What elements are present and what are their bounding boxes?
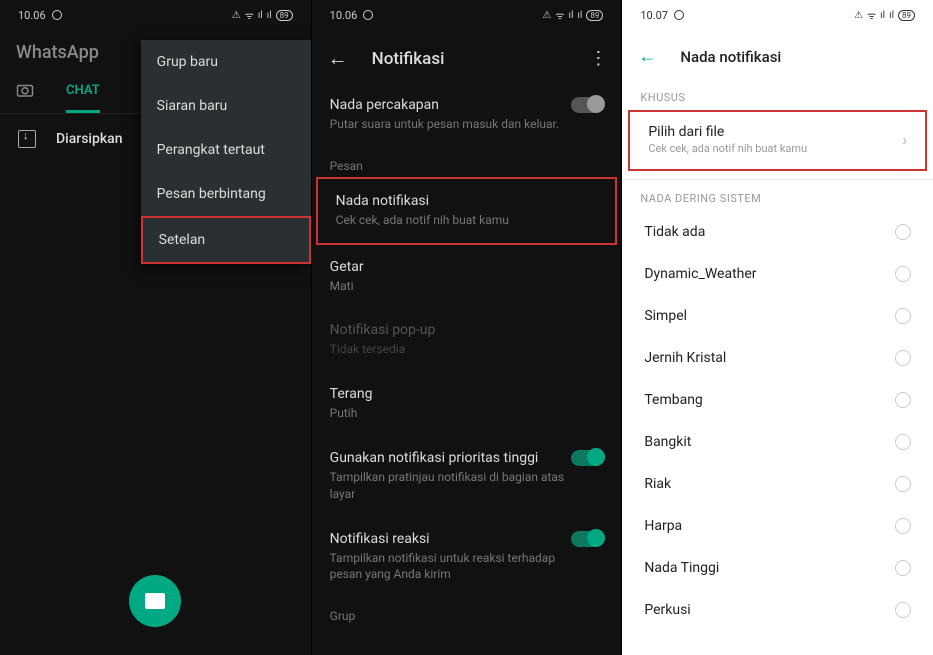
setting-light[interactable]: Terang Putih [312, 372, 622, 436]
setting-popup: Notifikasi pop-up Tidak tersedia [312, 308, 622, 372]
setting-title: Notifikasi reaksi [330, 531, 572, 547]
radio-icon[interactable] [895, 518, 911, 534]
page-title: Notifikasi [372, 49, 566, 69]
pick-subtitle: Cek cek, ada notif nih buat kamu [648, 142, 902, 155]
menu-item-new-group[interactable]: Grup baru [141, 40, 311, 84]
archive-icon [18, 130, 36, 148]
tone-option-harpa[interactable]: Harpa [622, 505, 933, 547]
radio-icon[interactable] [895, 350, 911, 366]
tone-option-perkusi[interactable]: Perkusi [622, 589, 933, 631]
new-chat-fab[interactable] [129, 575, 181, 627]
setting-subtitle: Tampilkan notifikasi untuk reaksi terhad… [330, 550, 572, 584]
status-time: 10.06 [18, 9, 46, 22]
toggle-reaction-notif[interactable] [571, 531, 603, 547]
battery-icon: 89 [586, 10, 603, 21]
battery-icon: 89 [898, 10, 915, 21]
tone-header: ← Nada notifikasi [622, 30, 933, 81]
tone-option-riak[interactable]: Riak [622, 463, 933, 505]
setting-subtitle: Cek cek, ada notif nih buat kamu [336, 212, 598, 229]
setting-title: Getar [330, 259, 604, 275]
tone-option-tembang[interactable]: Tembang [622, 379, 933, 421]
overflow-menu: Grup baru Siaran baru Perangkat tertaut … [141, 40, 311, 264]
whatsapp-main-panel: 10.06 ⚠ᯤılıl 89 WhatsApp CHAT Diarsipkan… [0, 0, 311, 655]
battery-icon: 89 [276, 10, 293, 21]
status-bar: 10.07 ⚠ᯤılıl 89 [622, 0, 933, 30]
menu-item-settings[interactable]: Setelan [141, 216, 311, 264]
setting-title: Notifikasi pop-up [330, 322, 604, 338]
setting-subtitle: Putih [330, 405, 604, 422]
tone-option-simpel[interactable]: Simpel [622, 295, 933, 337]
section-system-tones: NADA DERING SISTEM [622, 182, 933, 211]
status-bar: 10.06 ⚠ᯤılıl 89 [312, 0, 622, 30]
clock-icon [363, 10, 373, 20]
setting-subtitle: Putar suara untuk pesan masuk dan keluar… [330, 116, 572, 133]
setting-high-priority[interactable]: Gunakan notifikasi prioritas tinggi Tamp… [312, 436, 622, 517]
setting-subtitle: Tampilkan pratinjau notifikasi di bagian… [330, 469, 572, 503]
tone-picker-panel: 10.07 ⚠ᯤılıl 89 ← Nada notifikasi KHUSUS… [621, 0, 933, 655]
setting-title: Gunakan notifikasi prioritas tinggi [330, 450, 572, 466]
section-pesan: Pesan [312, 147, 622, 177]
back-arrow-icon[interactable]: ← [638, 46, 656, 67]
radio-icon[interactable] [895, 476, 911, 492]
tone-option-nada-tinggi[interactable]: Nada Tinggi [622, 547, 933, 589]
setting-conversation-tone[interactable]: Nada percakapan Putar suara untuk pesan … [312, 83, 622, 147]
clock-icon [674, 10, 684, 20]
tone-option-jernih-kristal[interactable]: Jernih Kristal [622, 337, 933, 379]
radio-icon[interactable] [895, 266, 911, 282]
notification-settings-panel: 10.06 ⚠ᯤılıl 89 ← Notifikasi ⋮ Nada perc… [311, 0, 622, 655]
chat-icon [145, 593, 165, 609]
radio-icon[interactable] [895, 434, 911, 450]
radio-icon[interactable] [895, 224, 911, 240]
status-icons: ⚠ᯤılıl 89 [232, 8, 293, 22]
tab-chat[interactable]: CHAT [66, 71, 100, 113]
radio-icon[interactable] [895, 392, 911, 408]
archived-label: Diarsipkan [56, 131, 123, 147]
toggle-high-priority[interactable] [571, 450, 603, 466]
tone-option-bangkit[interactable]: Bangkit [622, 421, 933, 463]
menu-item-new-broadcast[interactable]: Siaran baru [141, 84, 311, 128]
pick-title: Pilih dari file [648, 124, 902, 140]
menu-item-starred[interactable]: Pesan berbintang [141, 172, 311, 216]
status-icons: ⚠ᯤılıl 89 [542, 8, 603, 22]
setting-subtitle: Tidak tersedia [330, 341, 604, 358]
radio-icon[interactable] [895, 308, 911, 324]
setting-vibrate[interactable]: Getar Mati [312, 245, 622, 309]
divider [622, 179, 933, 180]
status-icons: ⚠ᯤılıl 89 [854, 8, 915, 22]
pick-from-file[interactable]: Pilih dari file Cek cek, ada notif nih b… [630, 112, 925, 169]
setting-title: Nada percakapan [330, 97, 572, 113]
settings-header: ← Notifikasi ⋮ [312, 30, 622, 83]
radio-icon[interactable] [895, 602, 911, 618]
clock-icon [52, 10, 62, 20]
toggle-conversation-tone[interactable] [571, 97, 603, 113]
section-grup: Grup [312, 597, 622, 627]
overflow-icon[interactable]: ⋮ [589, 48, 605, 69]
setting-title: Terang [330, 386, 604, 402]
setting-notification-tone[interactable]: Nada notifikasi Cek cek, ada notif nih b… [318, 179, 616, 243]
status-time: 10.07 [640, 9, 668, 22]
tone-option-dynamic-weather[interactable]: Dynamic_Weather [622, 253, 933, 295]
page-title: Nada notifikasi [680, 48, 781, 66]
setting-title: Nada notifikasi [336, 193, 598, 209]
tone-option-none[interactable]: Tidak ada [622, 211, 933, 253]
section-khusus: KHUSUS [622, 81, 933, 110]
back-arrow-icon[interactable]: ← [328, 46, 348, 71]
status-time: 10.06 [330, 9, 358, 22]
setting-subtitle: Mati [330, 278, 604, 295]
status-bar: 10.06 ⚠ᯤılıl 89 [0, 0, 311, 30]
radio-icon[interactable] [895, 560, 911, 576]
menu-item-linked-devices[interactable]: Perangkat tertaut [141, 128, 311, 172]
camera-tab-icon[interactable] [16, 82, 34, 102]
chevron-right-icon: › [902, 130, 907, 149]
setting-reaction-notif[interactable]: Notifikasi reaksi Tampilkan notifikasi u… [312, 517, 622, 598]
